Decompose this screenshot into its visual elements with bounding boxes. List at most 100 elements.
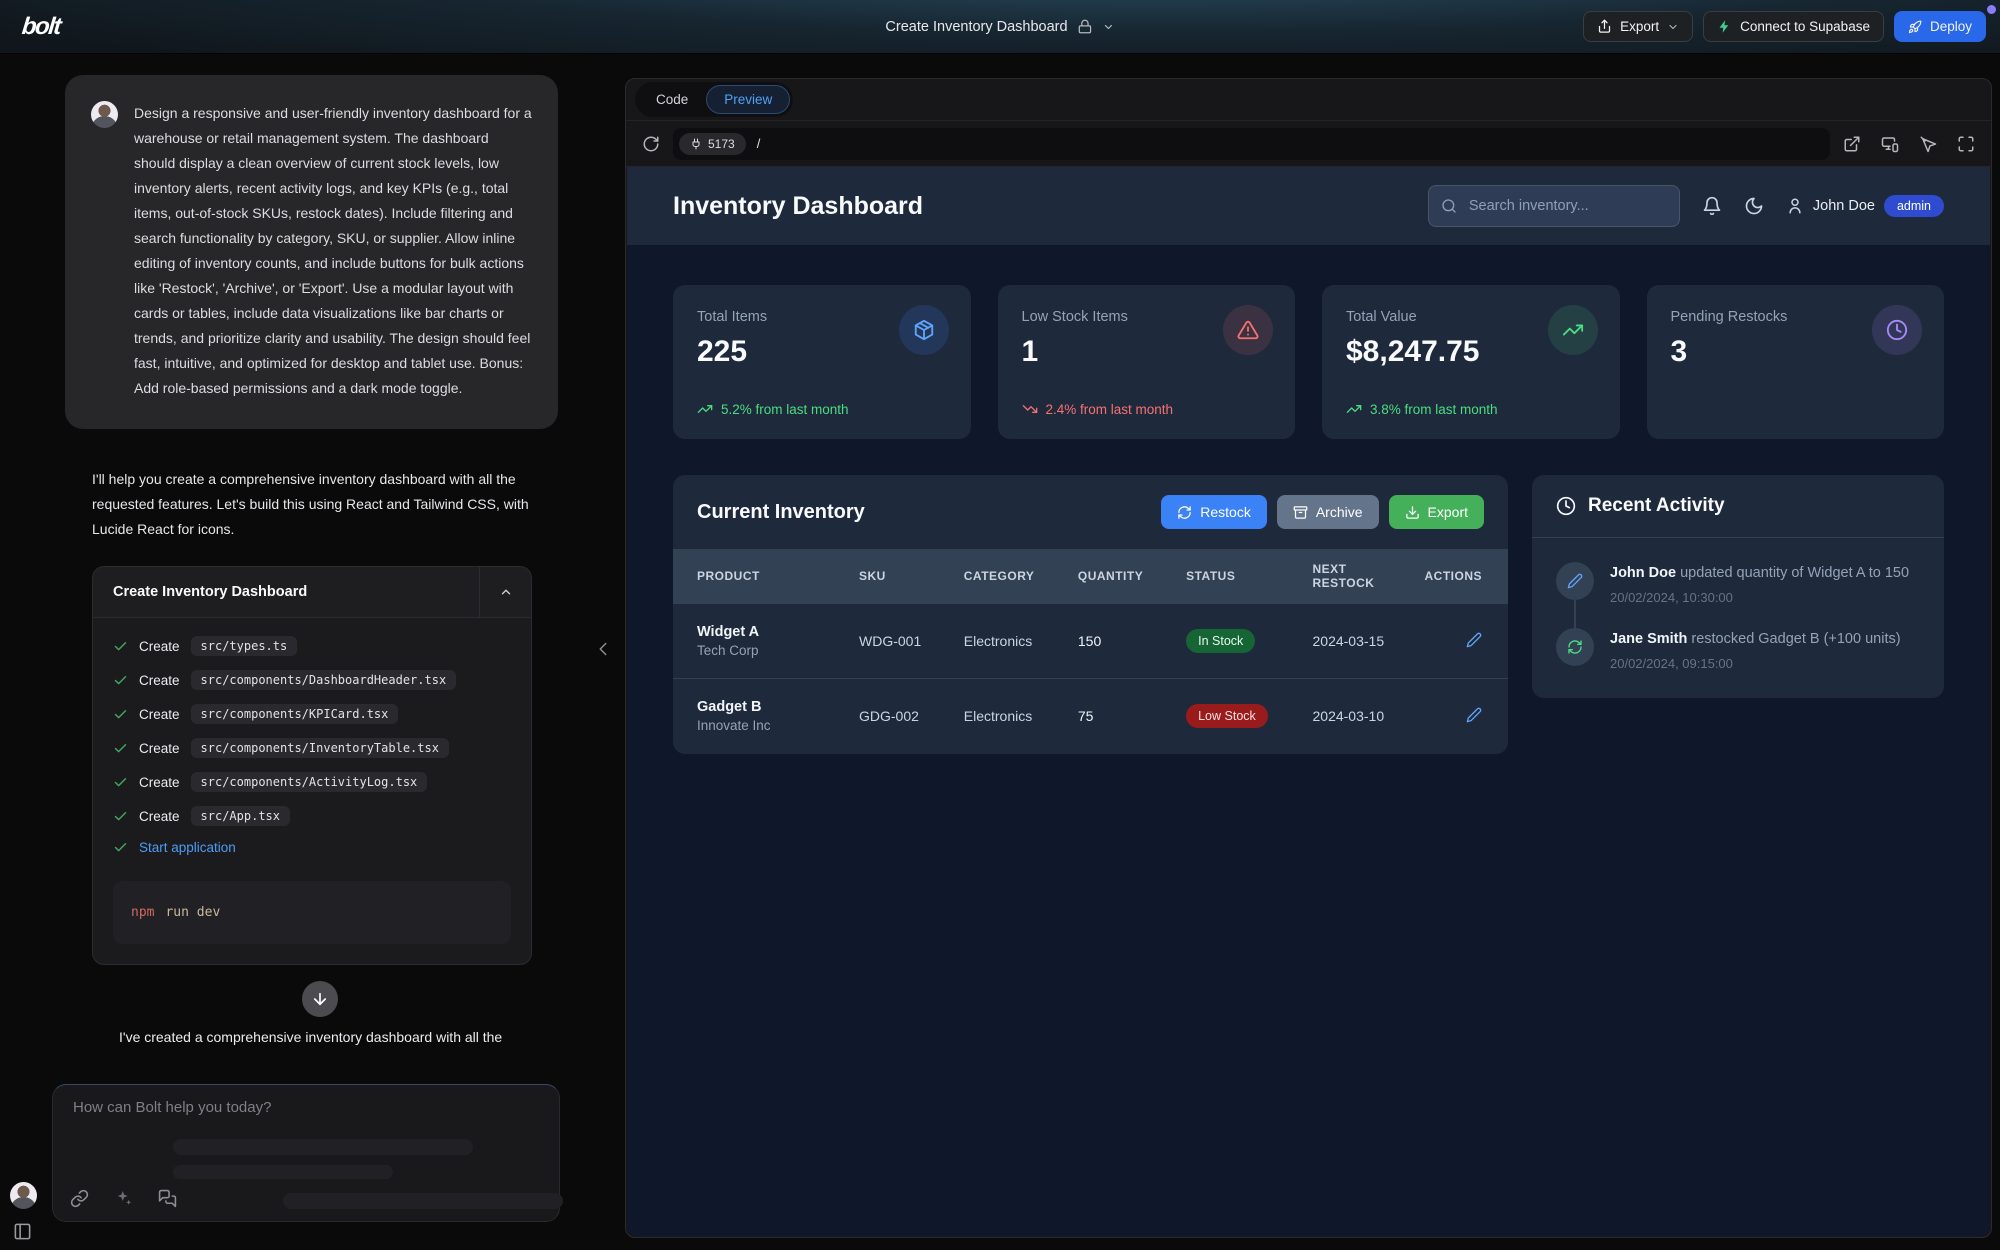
product-sku: WDG-001: [843, 604, 948, 679]
chevron-left-icon: [592, 638, 614, 660]
notifications-bell-icon[interactable]: [1702, 196, 1722, 216]
chat-assistant-message: I'll help you create a comprehensive inv…: [92, 467, 548, 1045]
discuss-mode-icon[interactable]: [158, 1189, 177, 1208]
chat-collapse-button[interactable]: [592, 638, 614, 660]
refresh-icon: [1567, 639, 1583, 655]
user-menu[interactable]: John Doe admin: [1786, 195, 1944, 217]
redacted-text: [283, 1193, 563, 1209]
chat-input[interactable]: [71, 1098, 471, 1117]
activity-item: John Doe updated quantity of Widget A to…: [1556, 542, 1920, 608]
step-file-chip[interactable]: src/components/KPICard.tsx: [191, 704, 399, 724]
responsive-view-icon[interactable]: [1881, 135, 1899, 153]
column-header-quantity: Quantity: [1062, 549, 1170, 604]
clock-icon: [1556, 496, 1576, 516]
kpi-trend: 5.2% from last month: [697, 401, 849, 417]
pencil-icon: [1466, 707, 1482, 723]
edit-quantity-button[interactable]: [1466, 707, 1482, 723]
bolt-logo: bolt: [13, 13, 62, 41]
attach-link-icon[interactable]: [70, 1189, 89, 1208]
activity-item: Jane Smith restocked Gadget B (+100 unit…: [1556, 608, 1920, 674]
kpi-card-low-stock: Low Stock Items 1 2.4% from last month: [998, 285, 1296, 439]
recent-activity-title: Recent Activity: [1588, 495, 1725, 517]
supabase-icon: [1717, 19, 1732, 34]
sidebar-toggle-button[interactable]: [13, 1222, 32, 1241]
product-name: Widget A: [697, 624, 827, 640]
inventory-title: Current Inventory: [697, 501, 865, 524]
dark-mode-toggle-icon[interactable]: [1744, 196, 1764, 216]
kpi-row: Total Items 225 5.2% from last month Low…: [673, 285, 1944, 439]
column-header-status: Status: [1170, 549, 1296, 604]
inspector-off-icon[interactable]: [1919, 135, 1937, 153]
search-input[interactable]: [1467, 197, 1667, 215]
column-header-actions: Actions: [1409, 549, 1509, 604]
check-icon: [113, 707, 128, 722]
profile-avatar[interactable]: [10, 1182, 37, 1209]
role-badge: admin: [1884, 195, 1944, 217]
step-file-chip[interactable]: src/components/InventoryTable.tsx: [191, 738, 449, 758]
lock-icon: [1078, 19, 1093, 34]
step-file-chip[interactable]: src/components/ActivityLog.tsx: [191, 772, 428, 792]
step-file-chip[interactable]: src/types.ts: [191, 636, 298, 656]
fullscreen-icon[interactable]: [1957, 135, 1975, 153]
chat-panel: Design a responsive and user-friendly in…: [0, 54, 622, 1250]
edit-quantity-button[interactable]: [1466, 632, 1482, 648]
open-external-icon[interactable]: [1843, 135, 1861, 153]
step-file-chip[interactable]: src/App.tsx: [191, 806, 290, 826]
artifact-step: Create src/components/ActivityLog.tsx: [113, 772, 511, 792]
export-button[interactable]: Export: [1583, 11, 1693, 42]
preview-url-bar[interactable]: 5173 /: [673, 128, 1830, 160]
start-application-link[interactable]: Start application: [139, 840, 236, 855]
arrow-down-icon: [311, 990, 329, 1008]
search-icon: [1441, 198, 1457, 214]
artifact-step: Start application: [113, 840, 511, 855]
tab-preview[interactable]: Preview: [706, 85, 790, 114]
step-action: Create: [139, 741, 180, 756]
share-icon: [1597, 19, 1612, 34]
export-csv-button[interactable]: Export: [1389, 495, 1484, 529]
activity-description: updated quantity of Widget A to 150: [1680, 565, 1909, 581]
scroll-to-bottom-button[interactable]: [302, 981, 338, 1017]
kpi-trend: 3.8% from last month: [1346, 401, 1498, 417]
connect-supabase-button[interactable]: Connect to Supabase: [1703, 11, 1884, 42]
reload-icon[interactable]: [642, 135, 660, 153]
check-icon: [113, 673, 128, 688]
product-quantity: 75: [1062, 679, 1170, 754]
avatar: [10, 1182, 37, 1209]
project-title-menu[interactable]: Create Inventory Dashboard: [885, 19, 1114, 35]
deploy-button[interactable]: Deploy: [1894, 11, 1986, 42]
clock-icon: [1886, 319, 1908, 341]
trending-up-icon: [697, 401, 713, 417]
port-number: 5173: [708, 137, 735, 151]
bulk-actions: Restock Archive Export: [1161, 495, 1484, 529]
topbar-actions: Export Connect to Supabase Deploy: [1583, 11, 1986, 42]
column-header-sku: SKU: [843, 549, 948, 604]
deploy-button-label: Deploy: [1930, 19, 1972, 34]
inventory-search[interactable]: [1428, 185, 1680, 227]
activity-icon-circle: [1556, 628, 1594, 666]
activity-user: John Doe: [1610, 565, 1676, 581]
inventory-card: Current Inventory Restock Archive: [673, 475, 1508, 754]
pencil-icon: [1567, 573, 1583, 589]
step-file-chip[interactable]: src/components/DashboardHeader.tsx: [191, 670, 457, 690]
artifact-step: Create src/components/InventoryTable.tsx: [113, 738, 511, 758]
chevron-down-icon: [1667, 21, 1679, 33]
artifact-collapse-button[interactable]: [479, 567, 531, 617]
tab-code[interactable]: Code: [638, 85, 706, 114]
port-badge: 5173: [679, 133, 746, 155]
user-name: John Doe: [1813, 198, 1875, 214]
kpi-icon-circle: [899, 305, 949, 355]
archive-icon: [1293, 505, 1308, 520]
archive-button[interactable]: Archive: [1277, 495, 1379, 529]
terminal-command-block: npmrun dev: [113, 881, 511, 944]
check-icon: [113, 741, 128, 756]
enhance-prompt-icon[interactable]: [114, 1189, 133, 1208]
chat-input-tools: [70, 1189, 177, 1208]
artifact-card: Create Inventory Dashboard Create src/ty…: [92, 566, 532, 965]
restock-button[interactable]: Restock: [1161, 495, 1267, 529]
dashboard-title: Inventory Dashboard: [673, 192, 923, 221]
activity-timestamp: 20/02/2024, 10:30:00: [1610, 589, 1909, 608]
preview-app: Inventory Dashboard John Doe admin: [627, 167, 1990, 1236]
kpi-icon-circle: [1548, 305, 1598, 355]
plug-icon: [690, 138, 702, 150]
recent-activity-card: Recent Activity John Doe updated quantit…: [1532, 475, 1944, 698]
